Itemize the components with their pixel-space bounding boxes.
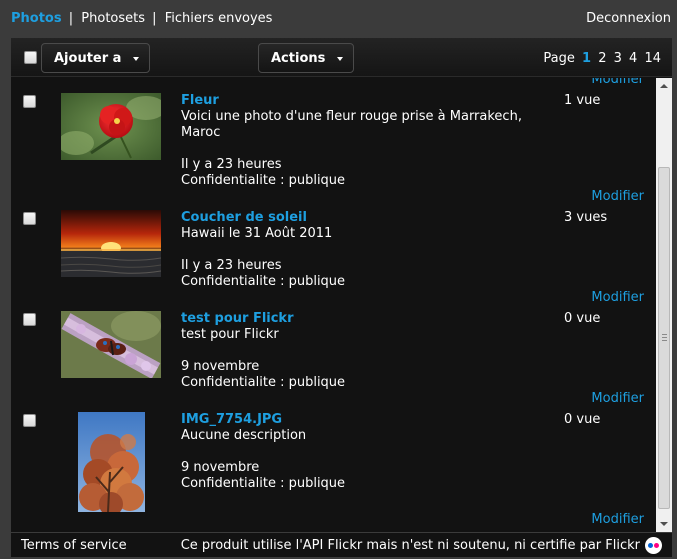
photo-checkbox[interactable] xyxy=(23,95,36,108)
photo-title[interactable]: IMG_7754.JPG xyxy=(181,412,282,427)
scroll-down-arrow-icon[interactable] xyxy=(656,516,672,532)
photo-views: 0 vue xyxy=(564,412,601,427)
photo-description: Aucune description xyxy=(181,428,307,443)
select-all-checkbox[interactable] xyxy=(24,51,37,64)
nav-separator: | xyxy=(152,11,157,26)
flickr-logo-icon xyxy=(645,537,662,554)
list-item: IMG_7754.JPG Aucune description 9 novemb… xyxy=(11,397,656,512)
photo-date: Il y a 23 heures xyxy=(181,258,282,273)
photo-privacy: Confidentialite : publique xyxy=(181,375,346,390)
photo-thumbnail[interactable] xyxy=(78,412,145,512)
tab-photosets[interactable]: Photosets xyxy=(81,11,145,26)
page-link-3[interactable]: 3 xyxy=(614,51,622,66)
page-link-4[interactable]: 4 xyxy=(629,51,637,66)
list-item: test pour Flickr test pour Flickr 9 nove… xyxy=(11,296,656,397)
photo-date: 9 novembre xyxy=(181,359,260,374)
list-item: Fleur Voici une photo d'une fleur rouge … xyxy=(11,78,656,188)
actions-label: Actions xyxy=(271,50,326,66)
photo-thumbnail[interactable] xyxy=(61,210,161,277)
pagination: Page 1 2 3 4 14 xyxy=(543,51,661,66)
photo-date: 9 novembre xyxy=(181,460,260,475)
top-navigation: Photos | Photosets | Fichiers envoyes De… xyxy=(0,0,677,36)
add-to-button[interactable]: Ajouter a xyxy=(41,43,150,73)
photo-checkbox[interactable] xyxy=(23,212,36,225)
photo-checkbox[interactable] xyxy=(23,414,36,427)
add-to-label: Ajouter a xyxy=(54,50,122,66)
photo-privacy: Confidentialite : publique xyxy=(181,476,346,491)
photo-list: Modifier Fleur Voici une photo d'une fle… xyxy=(11,78,656,532)
photo-title[interactable]: Coucher de soleil xyxy=(181,210,307,225)
page-label: Page xyxy=(543,51,575,66)
logout-link[interactable]: Deconnexion xyxy=(586,11,671,26)
photo-panel: Ajouter a Actions Page 1 2 3 4 14 Modifi… xyxy=(11,38,672,532)
photo-date: Il y a 23 heures xyxy=(181,157,282,172)
terms-of-service-link[interactable]: Terms of service xyxy=(21,538,127,553)
nav-separator: | xyxy=(68,11,74,26)
autumn-tree-image xyxy=(78,412,145,512)
red-flower-image xyxy=(61,93,161,160)
photo-privacy: Confidentialite : publique xyxy=(181,173,346,188)
photo-thumbnail[interactable] xyxy=(61,311,161,378)
photo-description: Voici une photo d'une fleur rouge prise … xyxy=(181,109,522,140)
photo-views: 0 vue xyxy=(564,311,601,326)
sunset-image xyxy=(61,210,161,277)
photo-description: test pour Flickr xyxy=(181,327,279,342)
modify-link[interactable]: Modifier xyxy=(591,512,644,527)
footer: Terms of service Ce produit utilise l'AP… xyxy=(11,533,672,557)
api-disclaimer: Ce produit utilise l'API Flickr mais n'e… xyxy=(180,538,640,553)
photo-description: Hawaii le 31 Août 2011 xyxy=(181,226,333,241)
photo-checkbox[interactable] xyxy=(23,313,36,326)
actions-button[interactable]: Actions xyxy=(258,43,354,73)
tab-uploaded-files[interactable]: Fichiers envoyes xyxy=(165,11,273,26)
photo-thumbnail[interactable] xyxy=(61,93,161,160)
chevron-down-icon xyxy=(133,57,139,61)
list-item: Coucher de soleil Hawaii le 31 Août 2011… xyxy=(11,195,656,296)
photo-title[interactable]: test pour Flickr xyxy=(181,311,294,326)
photo-views: 3 vues xyxy=(564,210,608,225)
tab-photos[interactable]: Photos xyxy=(11,11,62,26)
toolbar: Ajouter a Actions Page 1 2 3 4 14 xyxy=(11,38,672,77)
page-link-14[interactable]: 14 xyxy=(644,51,661,66)
photo-title[interactable]: Fleur xyxy=(181,93,219,108)
chevron-down-icon xyxy=(337,57,343,61)
photo-privacy: Confidentialite : publique xyxy=(181,274,346,289)
scroll-up-arrow-icon[interactable] xyxy=(656,78,672,94)
photo-views: 1 vue xyxy=(564,93,601,108)
butterfly-image xyxy=(61,311,161,378)
page-link-1[interactable]: 1 xyxy=(582,51,591,66)
scrollbar-grip-icon xyxy=(662,334,667,341)
vertical-scrollbar[interactable] xyxy=(656,78,672,532)
scrollbar-thumb[interactable] xyxy=(658,167,670,509)
nav-tabs: Photos | Photosets | Fichiers envoyes xyxy=(11,11,272,26)
page-link-2[interactable]: 2 xyxy=(598,51,606,66)
